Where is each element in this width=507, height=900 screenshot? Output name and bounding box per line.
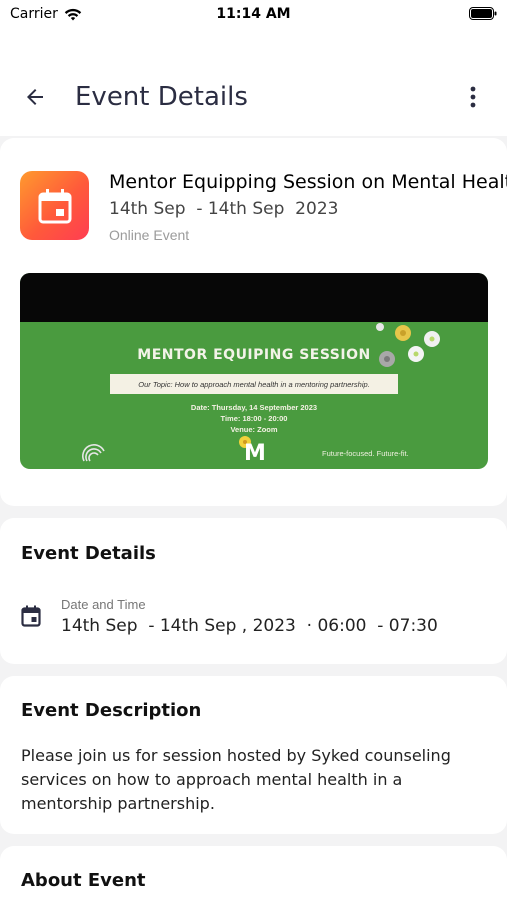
organization-logo-icon <box>82 444 105 462</box>
status-time: 11:14 AM <box>216 6 291 22</box>
status-bar: Carrier 11:14 AM <box>0 0 507 30</box>
date-time-value: 14th Sep - 14th Sep , 2023 · 06:00 - 07:… <box>61 616 438 636</box>
banner-venue-line: Venue: Zoom <box>230 425 278 434</box>
event-description-card: Event Description Please join us for ses… <box>0 676 507 834</box>
banner-logo-letter: M <box>244 441 266 466</box>
banner-tagline: Future-focused. Future-fit. <box>322 449 409 458</box>
event-banner-image: MENTOR EQUIPING SESSION Our Topic: How t… <box>20 273 488 469</box>
more-vertical-icon <box>470 86 476 108</box>
banner-heading: MENTOR EQUIPING SESSION <box>137 347 371 363</box>
event-dates: 14th Sep - 14th Sep 2023 <box>109 199 339 219</box>
back-button[interactable] <box>22 84 48 110</box>
calendar-event-icon <box>21 605 41 627</box>
arrow-left-icon <box>27 89 43 105</box>
event-details-card: Event Details Date and Time 14th Sep - 1… <box>0 518 507 664</box>
battery-icon <box>469 7 497 20</box>
event-details-heading: Event Details <box>21 543 156 564</box>
event-description-heading: Event Description <box>21 700 202 721</box>
more-options-button[interactable] <box>462 84 484 110</box>
event-icon-tile <box>20 171 89 240</box>
event-summary-card: Mentor Equipping Session on Mental Healt… <box>0 138 507 506</box>
app-bar: Event Details <box>0 30 507 136</box>
banner-time-line: Time: 18:00 - 20:00 <box>220 414 288 423</box>
about-event-card: About Event <box>0 846 507 900</box>
page-title: Event Details <box>75 82 248 112</box>
about-event-heading: About Event <box>21 870 146 891</box>
event-type: Online Event <box>109 227 190 243</box>
calendar-icon <box>38 188 71 223</box>
event-title: Mentor Equipping Session on Mental Healt… <box>109 171 507 193</box>
banner-topic: Our Topic: How to approach mental health… <box>110 374 398 394</box>
event-description-text: Please join us for session hosted by Syk… <box>21 746 451 813</box>
date-time-label: Date and Time <box>61 597 146 612</box>
banner-top-band <box>20 273 488 322</box>
banner-date-line: Date: Thursday, 14 September 2023 <box>190 403 318 412</box>
